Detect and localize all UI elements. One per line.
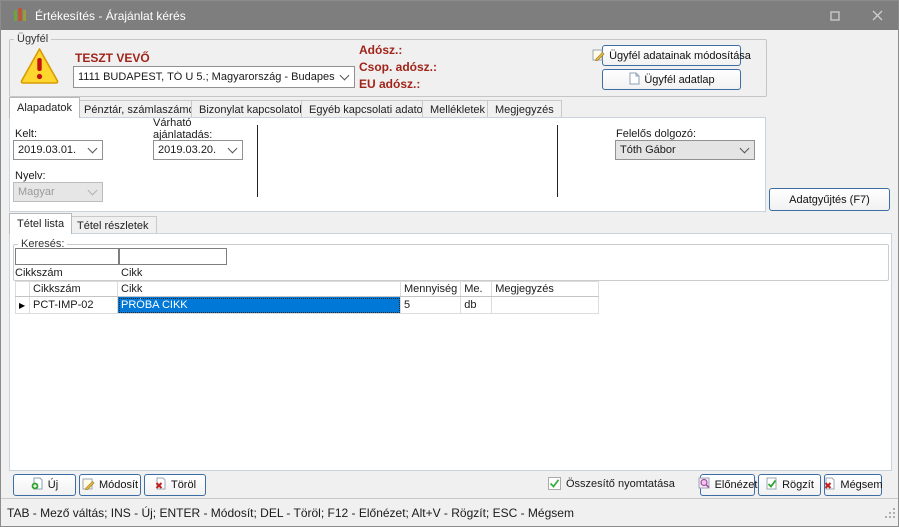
warning-icon	[19, 46, 60, 88]
check-icon	[549, 478, 560, 489]
row-selector-icon: ▶	[16, 297, 30, 314]
grid-header-row: Cikkszám Cikk Mennyiség Me. Megjegyzés	[16, 282, 599, 297]
document-icon	[628, 72, 640, 88]
cell-cikk-selected[interactable]: PRÓBA CIKK	[118, 297, 401, 314]
tab-alapadatok[interactable]: Alapadatok	[9, 97, 80, 118]
cancel-button[interactable]: Mégsem	[824, 474, 882, 496]
summary-print-label[interactable]: Összesítő nyomtatása	[566, 478, 675, 490]
cell-cikkszam[interactable]: PCT-IMP-02	[30, 297, 118, 314]
cell-me[interactable]: db	[461, 297, 492, 314]
tab-tetel-reszletek[interactable]: Tétel részletek	[69, 216, 157, 234]
customer-edit-button[interactable]: Ügyfél adatainak módosítása	[602, 45, 741, 66]
adatgyujtes-button[interactable]: Adatgyűjtés (F7)	[769, 188, 890, 211]
tab-megjegyzes[interactable]: Megjegyzés	[487, 100, 562, 118]
window-controls	[814, 1, 898, 30]
grid-col-me[interactable]: Me.	[461, 282, 492, 297]
title-bar[interactable]: Értékesítés - Árajánlat kérés	[1, 1, 898, 30]
resize-grip[interactable]	[884, 507, 896, 522]
maximize-button[interactable]	[814, 1, 856, 30]
kelt-date-value: 2019.03.01.	[18, 144, 76, 156]
chevron-down-icon	[740, 144, 750, 154]
customer-group-label: Ügyfél	[14, 33, 51, 45]
tab-bizonylat-kapcsolatok[interactable]: Bizonylat kapcsolatok	[191, 100, 313, 118]
felelos-dolgozo-combo[interactable]: Tóth Gábor	[615, 140, 755, 160]
grid-corner-cell	[16, 282, 30, 297]
customer-name: TESZT VEVŐ	[75, 51, 150, 65]
status-bar: TAB - Mező váltás; INS - Új; ENTER - Mód…	[1, 498, 898, 527]
new-button[interactable]: Új	[13, 474, 76, 496]
nyelv-value: Magyar	[18, 186, 55, 198]
adatgyujtes-label: Adatgyűjtés (F7)	[789, 194, 870, 206]
chevron-down-icon	[88, 186, 98, 196]
customer-datasheet-button[interactable]: Ügyfél adatlap	[602, 69, 741, 90]
varhato-date-value: 2019.03.20.	[158, 144, 216, 156]
form-divider-1	[257, 125, 258, 197]
eu-tax-number-label: EU adósz.:	[359, 77, 420, 91]
chevron-down-icon	[88, 144, 98, 154]
group-tax-number-label: Csop. adósz.:	[359, 60, 437, 74]
cell-megjegyzes[interactable]	[492, 297, 599, 314]
item-grid: Cikkszám Cikk Mennyiség Me. Megjegyzés ▶…	[15, 281, 599, 314]
close-button[interactable]	[856, 1, 898, 30]
cancel-x-icon	[823, 477, 836, 493]
customer-address-value: 1111 BUDAPEST, TÓ U 5.; Magyarország - B…	[78, 71, 335, 83]
edit-pencil-icon	[592, 48, 605, 64]
search-cikk-label: Cikk	[121, 267, 142, 279]
grid-col-mennyiseg[interactable]: Mennyiség	[401, 282, 461, 297]
tab-penztar-szamlaszamok[interactable]: Pénztár, számlaszámok	[76, 100, 208, 118]
grid-col-megjegyzes[interactable]: Megjegyzés	[492, 282, 599, 297]
grid-col-cikk[interactable]: Cikk	[118, 282, 401, 297]
kelt-label: Kelt:	[15, 128, 37, 140]
save-check-icon	[765, 477, 778, 493]
felelos-dolgozo-value: Tóth Gábor	[620, 144, 676, 156]
grid-data-row: ▶ PCT-IMP-02 PRÓBA CIKK 5 db	[16, 297, 599, 314]
chevron-down-icon	[340, 71, 350, 81]
new-page-plus-icon	[31, 477, 44, 493]
status-bar-text: TAB - Mező váltás; INS - Új; ENTER - Mód…	[7, 506, 574, 520]
modify-button[interactable]: Módosít	[79, 474, 141, 496]
tab-mellekletek[interactable]: Mellékletek	[422, 100, 493, 118]
cell-mennyiseg[interactable]: 5	[401, 297, 461, 314]
customer-edit-label: Ügyfél adatainak módosítása	[609, 50, 751, 62]
felelos-dolgozo-label: Felelős dolgozó:	[616, 128, 696, 140]
save-button[interactable]: Rögzít	[758, 474, 821, 496]
search-cikk-input[interactable]	[119, 248, 227, 265]
grid-col-cikkszam[interactable]: Cikkszám	[30, 282, 118, 297]
varhato-date-combo[interactable]: 2019.03.20.	[153, 140, 243, 160]
cancel-button-label: Mégsem	[840, 479, 882, 491]
kelt-date-combo[interactable]: 2019.03.01.	[13, 140, 103, 160]
nyelv-combo[interactable]: Magyar	[13, 182, 103, 202]
delete-button-label: Töröl	[171, 479, 196, 491]
nyelv-label: Nyelv:	[15, 170, 46, 182]
print-preview-icon	[698, 477, 711, 493]
save-button-label: Rögzít	[782, 479, 814, 491]
new-button-label: Új	[48, 479, 58, 491]
search-cikkszam-input[interactable]	[15, 248, 119, 265]
customer-datasheet-label: Ügyfél adatlap	[644, 74, 714, 86]
delete-x-icon	[154, 477, 167, 493]
form-divider-2	[557, 125, 558, 197]
app-window: Értékesítés - Árajánlat kérés Ügyfél TES…	[0, 0, 899, 527]
modify-button-label: Módosít	[99, 479, 138, 491]
tax-number-label: Adósz.:	[359, 43, 402, 57]
summary-print-checkbox[interactable]	[548, 477, 561, 490]
chevron-down-icon	[228, 144, 238, 154]
preview-button-label: Előnézet	[715, 479, 758, 491]
tab-tetel-lista[interactable]: Tétel lista	[9, 213, 72, 234]
varhato-label-line1: Várható	[153, 117, 192, 129]
tab-egyeb-kapcsolati-adatok[interactable]: Egyéb kapcsolati adatok	[301, 100, 436, 118]
edit-pencil-icon	[82, 477, 95, 493]
search-cikkszam-label: Cikkszám	[15, 267, 63, 279]
window-title: Értékesítés - Árajánlat kérés	[35, 9, 186, 23]
preview-button[interactable]: Előnézet	[700, 474, 755, 496]
delete-button[interactable]: Töröl	[144, 474, 206, 496]
app-logo-icon	[13, 7, 27, 25]
customer-address-combo[interactable]: 1111 BUDAPEST, TÓ U 5.; Magyarország - B…	[73, 66, 355, 88]
